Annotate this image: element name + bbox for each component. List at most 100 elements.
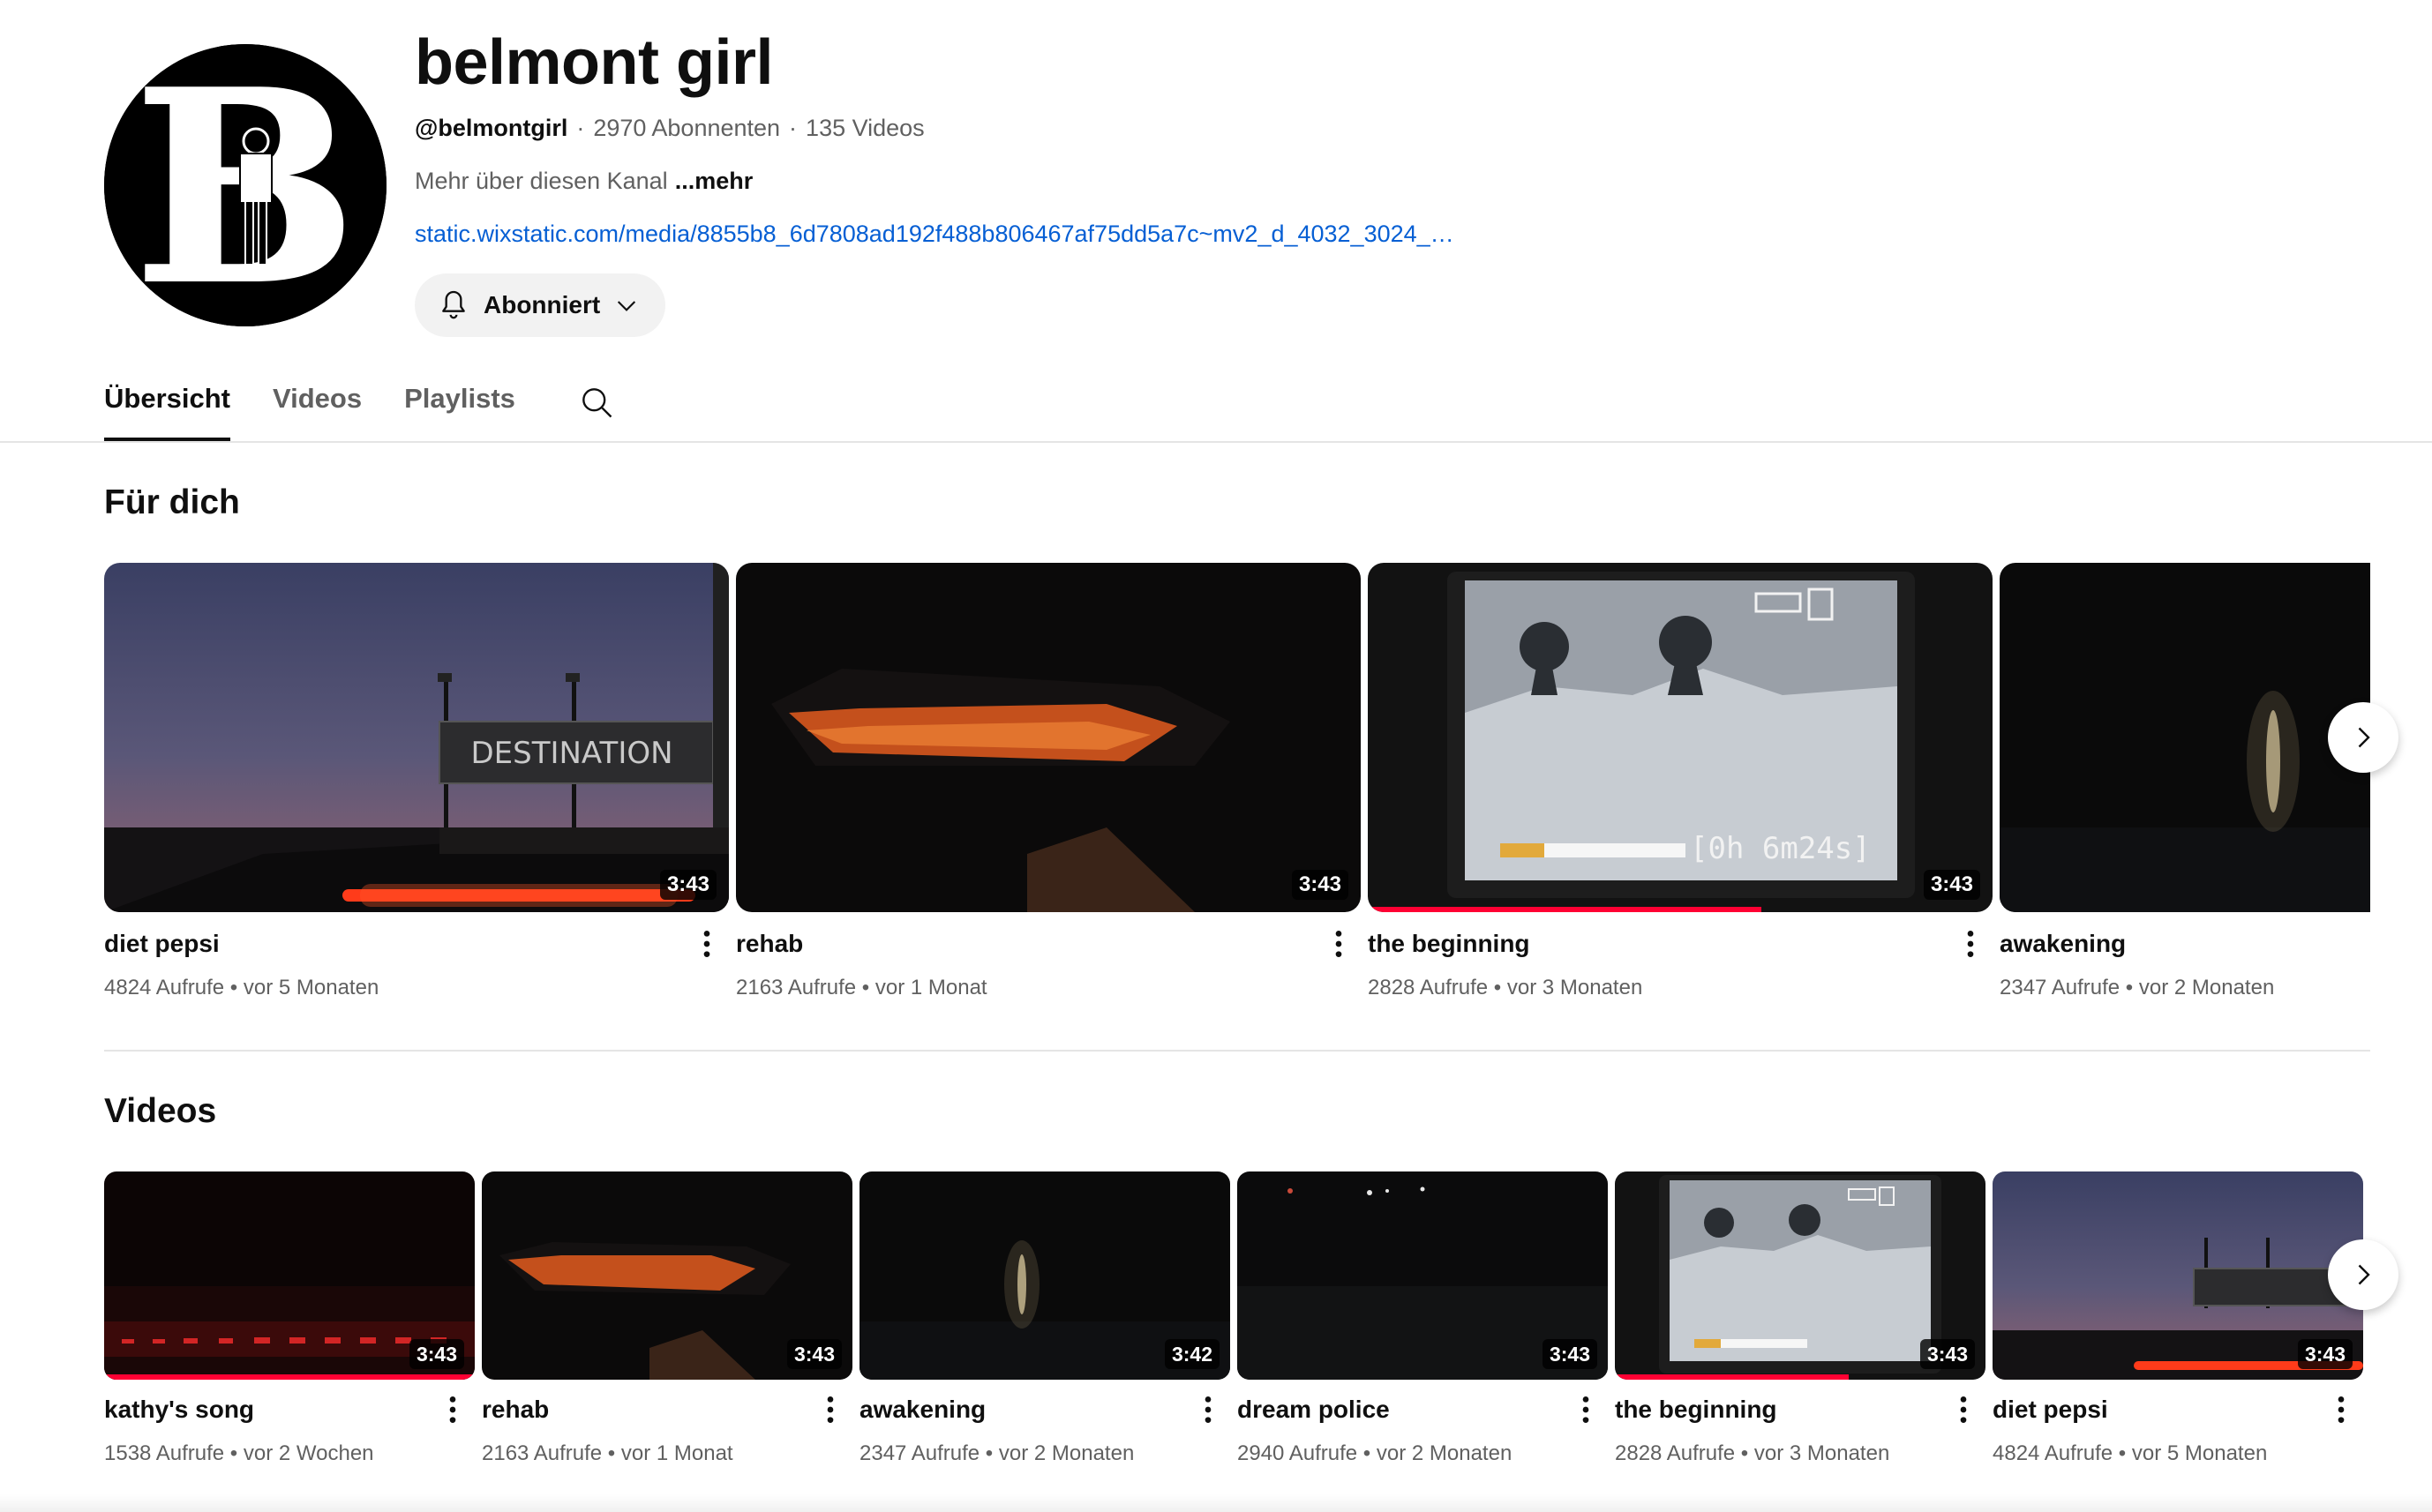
- video-card[interactable]: awakening 2347 Aufrufe • vor 2 Monaten: [2000, 563, 2370, 1002]
- subscribed-label: Abonniert: [484, 291, 601, 318]
- section-title-for-you: Für dich: [104, 483, 240, 521]
- video-views: 2163 Aufrufe: [482, 1441, 603, 1465]
- video-title[interactable]: diet pepsi: [1993, 1394, 2363, 1426]
- about-text: Mehr über diesen Kanal: [415, 168, 668, 194]
- video-thumbnail[interactable]: [2000, 563, 2370, 912]
- for-you-next-button[interactable]: [2328, 702, 2398, 773]
- thumbnail-image: [2000, 563, 2370, 912]
- channel-handle: @belmontgirl: [415, 115, 568, 141]
- destination-sign: DESTINATION: [470, 736, 672, 771]
- about-more-link[interactable]: ...mehr: [675, 168, 754, 194]
- video-title[interactable]: the beginning: [1615, 1394, 1985, 1426]
- video-duration: 3:43: [1919, 1339, 1975, 1369]
- video-card[interactable]: 3:43 the beginning 2828 Aufrufe • vor 3 …: [1615, 1171, 1985, 1468]
- video-age: vor 2 Monaten: [998, 1441, 1135, 1465]
- video-meta: 2163 Aufrufe • vor 1 Monat: [482, 1441, 733, 1465]
- video-age: vor 3 Monaten: [1753, 1441, 1890, 1465]
- subscriber-count: 2970 Abonnenten: [593, 115, 781, 141]
- video-menu-button[interactable]: [694, 926, 720, 962]
- video-card[interactable]: 3:43 kathy's song 1538 Aufrufe • vor 2 W…: [104, 1171, 475, 1468]
- video-meta: 4824 Aufrufe • vor 5 Monaten: [104, 976, 379, 999]
- section-title-videos: Videos: [104, 1092, 217, 1130]
- video-meta: 2940 Aufrufe • vor 2 Monaten: [1237, 1441, 1512, 1465]
- video-thumbnail[interactable]: 3:43: [1237, 1171, 1608, 1380]
- video-views: 1538 Aufrufe: [104, 1441, 225, 1465]
- watch-progress-bar: [1368, 907, 1762, 912]
- video-title[interactable]: kathy's song: [104, 1394, 475, 1426]
- more-vert-icon: [2338, 1396, 2345, 1423]
- video-duration: 3:43: [1291, 870, 1348, 900]
- bell-icon: [442, 290, 465, 319]
- video-age: vor 3 Monaten: [1506, 976, 1643, 999]
- video-title[interactable]: the beginning: [1368, 928, 1993, 960]
- more-vert-icon: [1582, 1396, 1589, 1423]
- video-menu-button[interactable]: [1950, 1392, 1977, 1427]
- shelf-divider: [104, 1050, 2370, 1052]
- tab-videos[interactable]: Videos: [273, 371, 362, 441]
- channel-name: belmont girl: [415, 27, 774, 98]
- video-card[interactable]: 3:43 dream police 2940 Aufrufe • vor 2 M…: [1237, 1171, 1608, 1468]
- video-views: 2347 Aufrufe: [859, 1441, 980, 1465]
- video-thumbnail[interactable]: 3:43: [104, 1171, 475, 1380]
- video-thumbnail[interactable]: 3:43: [1615, 1171, 1985, 1380]
- video-duration: 3:43: [659, 870, 717, 900]
- video-meta: 2163 Aufrufe • vor 1 Monat: [736, 976, 987, 999]
- video-thumbnail[interactable]: [0h 6m24s] 3:43: [1368, 563, 1993, 912]
- tab-search-button[interactable]: [577, 383, 616, 422]
- video-age: vor 2 Monaten: [2138, 976, 2275, 999]
- tab-overview[interactable]: Übersicht: [104, 371, 230, 441]
- video-title[interactable]: dream police: [1237, 1394, 1608, 1426]
- video-menu-button[interactable]: [817, 1392, 844, 1427]
- chevron-down-icon: [618, 301, 636, 311]
- video-age: vor 5 Monaten: [243, 976, 379, 999]
- video-thumbnail[interactable]: 3:43: [1993, 1171, 2363, 1380]
- search-icon: [582, 388, 612, 418]
- channel-link[interactable]: static.wixstatic.com/media/8855b8_6d7808…: [415, 217, 1465, 251]
- video-card[interactable]: DESTINATION 3:43 diet pepsi 4824 Aufrufe…: [104, 563, 729, 1002]
- subscribed-button[interactable]: Abonniert: [415, 273, 665, 337]
- channel-about[interactable]: Mehr über diesen Kanal ...mehr: [415, 164, 753, 198]
- video-menu-button[interactable]: [1195, 1392, 1221, 1427]
- video-thumbnail[interactable]: 3:43: [736, 563, 1361, 912]
- video-duration: 3:43: [786, 1339, 842, 1369]
- video-menu-button[interactable]: [439, 1392, 466, 1427]
- video-duration: 3:43: [2297, 1339, 2353, 1369]
- video-views: 2940 Aufrufe: [1237, 1441, 1358, 1465]
- video-menu-button[interactable]: [1573, 1392, 1599, 1427]
- video-card[interactable]: 3:43 rehab 2163 Aufrufe • vor 1 Monat: [736, 563, 1361, 1002]
- video-card[interactable]: [0h 6m24s] 3:43 the beginning 2828 Aufru…: [1368, 563, 1993, 1002]
- video-thumbnail[interactable]: DESTINATION 3:43: [104, 563, 729, 912]
- video-card[interactable]: 3:43 rehab 2163 Aufrufe • vor 1 Monat: [482, 1171, 852, 1468]
- video-title[interactable]: rehab: [482, 1394, 852, 1426]
- video-duration: 3:43: [1923, 870, 1980, 900]
- video-card[interactable]: 3:43 diet pepsi 4824 Aufrufe • vor 5 Mon…: [1993, 1171, 2363, 1468]
- thumbnail-image: [736, 563, 1361, 912]
- videos-next-button[interactable]: [2328, 1239, 2398, 1310]
- video-title[interactable]: diet pepsi: [104, 928, 729, 960]
- watch-progress-bar: [104, 1374, 475, 1380]
- more-vert-icon: [1967, 931, 1974, 957]
- avatar-logo: B: [104, 44, 387, 326]
- more-vert-icon: [449, 1396, 456, 1423]
- video-menu-button[interactable]: [2328, 1392, 2354, 1427]
- channel-tabs: Übersicht Videos Playlists: [104, 371, 616, 441]
- video-menu-button[interactable]: [1325, 926, 1352, 962]
- more-vert-icon: [703, 931, 710, 957]
- video-thumbnail[interactable]: 3:42: [859, 1171, 1230, 1380]
- video-meta: 2347 Aufrufe • vor 2 Monaten: [2000, 976, 2275, 999]
- for-you-shelf: DESTINATION 3:43 diet pepsi 4824 Aufrufe…: [104, 563, 2370, 1002]
- video-card[interactable]: 3:42 awakening 2347 Aufrufe • vor 2 Mona…: [859, 1171, 1230, 1468]
- watch-progress-bar: [1615, 1374, 1849, 1380]
- video-title[interactable]: awakening: [2000, 928, 2370, 960]
- tab-playlists[interactable]: Playlists: [404, 371, 515, 441]
- video-meta: 2828 Aufrufe • vor 3 Monaten: [1368, 976, 1643, 999]
- video-menu-button[interactable]: [1957, 926, 1984, 962]
- video-age: vor 1 Monat: [874, 976, 987, 999]
- thumbnail-image: [0h 6m24s]: [1368, 563, 1993, 912]
- video-age: vor 2 Monaten: [1376, 1441, 1512, 1465]
- video-title[interactable]: awakening: [859, 1394, 1230, 1426]
- video-thumbnail[interactable]: 3:43: [482, 1171, 852, 1380]
- channel-avatar[interactable]: B: [104, 44, 387, 326]
- video-title[interactable]: rehab: [736, 928, 1361, 960]
- more-vert-icon: [827, 1396, 834, 1423]
